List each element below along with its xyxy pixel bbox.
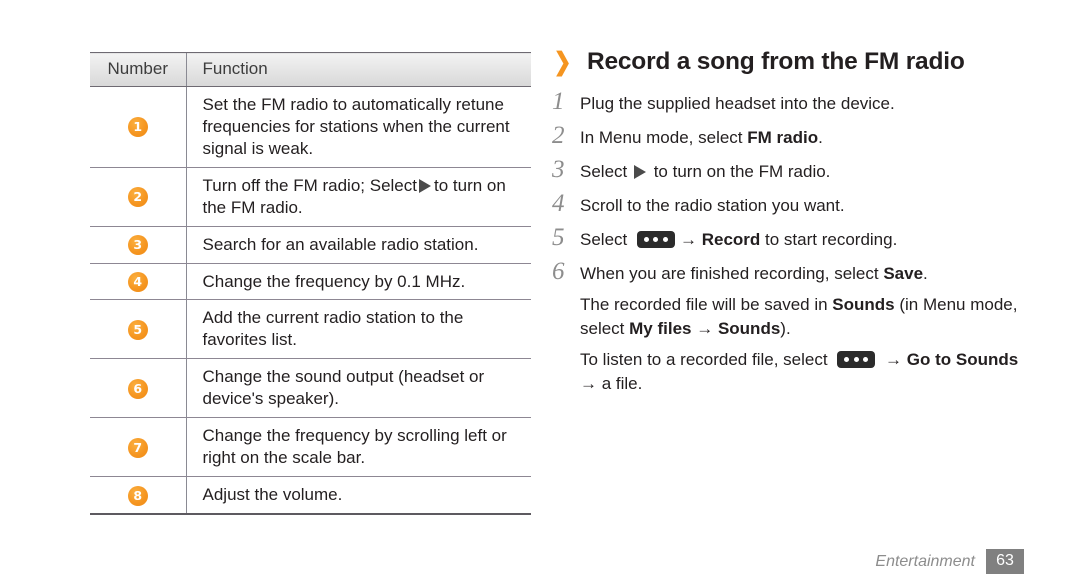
step-item: 2 In Menu mode, select FM radio. xyxy=(552,120,1022,152)
table-row: 3 Search for an available radio station. xyxy=(90,226,531,264)
step-arrow: → xyxy=(679,230,702,249)
step-number: 1 xyxy=(552,88,565,115)
number-badge-3: 3 xyxy=(127,235,148,256)
step-text-bold: Record xyxy=(701,230,761,249)
step-item: 6 When you are finished recording, selec… xyxy=(552,256,1022,288)
table-row: 7 Change the frequency by scrolling left… xyxy=(90,417,531,477)
number-badge-6: 6 xyxy=(127,378,148,399)
note-arrow: → xyxy=(880,350,907,370)
footer-chapter-label: Entertainment xyxy=(875,552,975,570)
number-badge-7: 7 xyxy=(127,437,148,458)
step-number: 4 xyxy=(552,190,565,217)
note-bold-sounds: Sounds xyxy=(832,295,895,314)
note-text: To listen to a recorded file, select xyxy=(580,350,833,370)
table-row: 5 Add the current radio station to the f… xyxy=(90,299,531,360)
row-number-cell: 1 xyxy=(90,86,186,168)
step-number: 6 xyxy=(552,258,565,285)
page-title: Record a song from the FM radio xyxy=(586,48,965,75)
step-text-bold: Save xyxy=(883,264,924,283)
step-item: 5 Select → Record to start recording. xyxy=(552,222,1022,254)
step-text: Plug the supplied headset into the devic… xyxy=(580,94,895,113)
number-badge-8: 8 xyxy=(127,485,148,506)
manual-page: Number Function 1 Set the FM radio to au… xyxy=(0,0,1080,586)
row-function-cell: Change the sound output (headset or devi… xyxy=(185,358,531,419)
step-text-post: . xyxy=(818,128,823,147)
note-bold-go-to-sounds: Go to Sounds xyxy=(906,350,1019,370)
table-row: 8 Adjust the volume. xyxy=(90,476,531,515)
note-bold-my-files: My files xyxy=(629,319,692,339)
row-number-cell: 7 xyxy=(90,417,186,477)
row-number-cell: 3 xyxy=(90,226,186,264)
section-heading: ❯ Record a song from the FM radio xyxy=(552,48,1022,76)
row-function-cell: Set the FM radio to automatically retune… xyxy=(185,86,531,168)
step-text: Select → Record to start recording. xyxy=(580,227,897,253)
step-text-post: . xyxy=(923,264,928,283)
step-number: 5 xyxy=(552,224,565,251)
step-item: 1 Plug the supplied headset into the dev… xyxy=(552,86,1022,118)
step-item: 4 Scroll to the radio station you want. xyxy=(552,188,1022,220)
row-function-cell: Change the frequency by 0.1 MHz. xyxy=(185,263,531,301)
note-text: → a file. xyxy=(580,374,643,394)
row-function-cell: Adjust the volume. xyxy=(185,476,531,515)
page-footer: Entertainment 63 xyxy=(875,549,1024,574)
step-number: 3 xyxy=(552,156,565,183)
chevron-right-icon: ❯ xyxy=(553,47,572,76)
step-number: 2 xyxy=(552,122,565,149)
table-header-row: Number Function xyxy=(90,52,531,87)
step-text-post: to start recording. xyxy=(760,230,898,249)
number-badge-4: 4 xyxy=(127,272,148,293)
dots-menu-icon xyxy=(837,351,876,369)
table-row: 4 Change the frequency by 0.1 MHz. xyxy=(90,263,531,301)
step-text-pre: In Menu mode, select xyxy=(580,128,748,147)
note-paragraph-listen: To listen to a recorded file, select → G… xyxy=(580,348,1022,396)
step-text-pre: Select xyxy=(580,230,632,249)
row-function-cell: Turn off the FM radio; Select to turn on … xyxy=(185,167,531,227)
row-number-cell: 6 xyxy=(90,358,186,419)
row-function-cell: Change the frequency by scrolling left o… xyxy=(185,417,531,477)
step-text: In Menu mode, select FM radio. xyxy=(580,125,823,151)
table-row: 2 Turn off the FM radio; Select to turn o… xyxy=(90,167,531,227)
note-text: ). xyxy=(780,319,791,339)
function-table: Number Function 1 Set the FM radio to au… xyxy=(90,52,531,515)
table-row: 1 Set the FM radio to automatically retu… xyxy=(90,86,531,168)
notes-block: The recorded file will be saved in Sound… xyxy=(580,293,1022,397)
note-bold-sounds-2: Sounds xyxy=(717,319,781,339)
number-badge-1: 1 xyxy=(127,117,148,138)
column-header-number: Number xyxy=(90,52,186,87)
note-text: The recorded file will be saved in xyxy=(580,295,833,314)
page-number: 63 xyxy=(986,549,1024,574)
column-header-function: Function xyxy=(185,52,531,87)
step-text-bold: FM radio xyxy=(747,128,819,147)
row-number-cell: 2 xyxy=(90,167,186,227)
note-paragraph-saved-location: The recorded file will be saved in Sound… xyxy=(580,293,1022,341)
step-item: 3 Select to turn on the FM radio. xyxy=(552,154,1022,186)
step-text-pre: When you are finished recording, select xyxy=(580,264,884,283)
step-text: Scroll to the radio station you want. xyxy=(580,196,845,215)
number-badge-5: 5 xyxy=(127,319,148,340)
dots-menu-icon xyxy=(636,231,675,248)
function-table-wrapper: Number Function 1 Set the FM radio to au… xyxy=(90,52,531,515)
function-text-pre: Turn off the FM radio; Select xyxy=(202,175,417,195)
row-function-cell: Search for an available radio station. xyxy=(185,226,531,264)
number-badge-2: 2 xyxy=(127,187,148,208)
step-text-post: to turn on the FM radio. xyxy=(648,162,831,181)
table-row: 6 Change the sound output (headset or de… xyxy=(90,358,531,419)
row-number-cell: 5 xyxy=(90,299,186,360)
row-function-cell: Add the current radio station to the fav… xyxy=(185,299,531,360)
procedure-section: ❯ Record a song from the FM radio 1 Plug… xyxy=(552,48,1022,404)
row-number-cell: 8 xyxy=(90,476,186,515)
step-text: Select to turn on the FM radio. xyxy=(580,159,830,185)
step-text: When you are finished recording, select … xyxy=(580,261,928,287)
row-number-cell: 4 xyxy=(90,263,186,301)
play-icon xyxy=(633,165,646,179)
play-icon xyxy=(418,178,431,193)
step-text-pre: Select xyxy=(580,162,632,181)
note-arrow: → xyxy=(691,319,718,339)
